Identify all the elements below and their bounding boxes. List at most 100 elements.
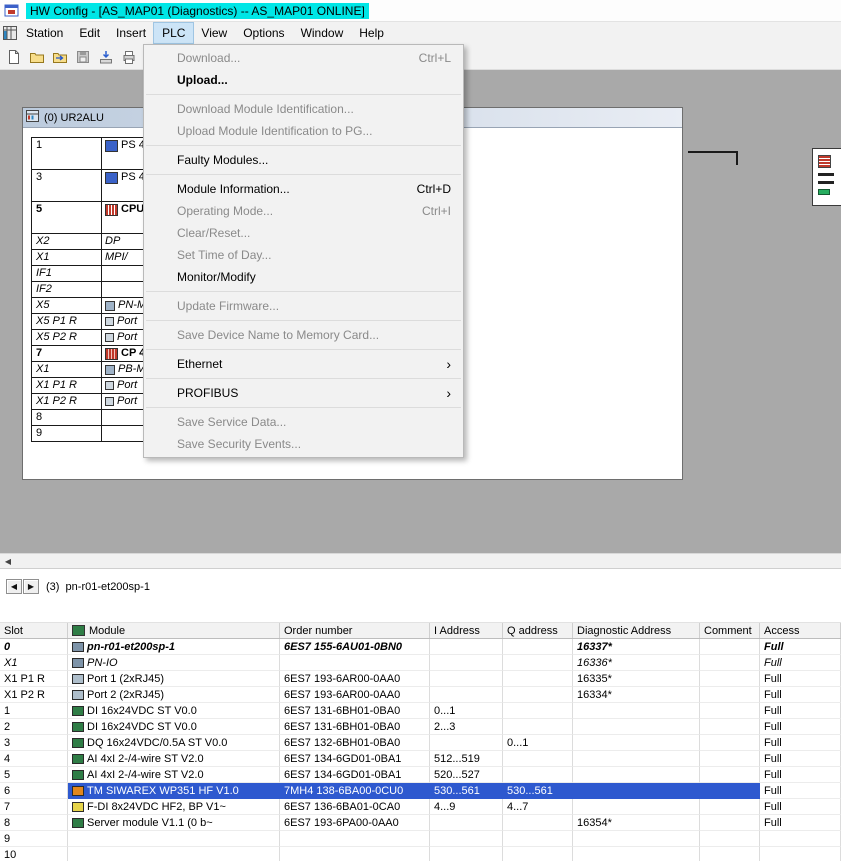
- menu-item-module-information[interactable]: Module Information...Ctrl+D: [144, 178, 463, 200]
- menubar-item-view[interactable]: View: [193, 23, 235, 43]
- menu-item-label: Clear/Reset...: [177, 226, 250, 240]
- app-icon[interactable]: [4, 3, 20, 19]
- pnio-module-icon: [72, 658, 84, 668]
- table-row[interactable]: 6TM SIWAREX WP351 HF V1.07MH4 138-6BA00-…: [0, 783, 841, 799]
- menu-item-download[interactable]: Download...Ctrl+L: [144, 47, 463, 69]
- cell-text: 4...7: [507, 801, 528, 813]
- scroll-left-icon[interactable]: ◀: [0, 554, 16, 568]
- cell-text: Full: [764, 769, 782, 781]
- table-row[interactable]: 8Server module V1.1 (0 b~6ES7 193-6PA00-…: [0, 815, 841, 831]
- column-header-q-address[interactable]: Q address: [503, 623, 573, 638]
- cell-diag: [573, 847, 700, 861]
- cell-comment: [700, 639, 760, 655]
- cell-access: Full: [760, 815, 841, 831]
- menu-item-monitor-modify[interactable]: Monitor/Modify: [144, 266, 463, 288]
- cell-text: 530...561: [507, 785, 553, 797]
- menu-item-save-service-data[interactable]: Save Service Data...: [144, 411, 463, 433]
- menu-item-operating-mode[interactable]: Operating Mode...Ctrl+I: [144, 200, 463, 222]
- menu-item-label: Module Information...: [177, 182, 290, 196]
- menubar-item-options[interactable]: Options: [235, 23, 292, 43]
- menubar-item-help[interactable]: Help: [351, 23, 392, 43]
- menu-item-upload[interactable]: Upload...: [144, 69, 463, 91]
- menu-item-download-module-identification[interactable]: Download Module Identification...: [144, 98, 463, 120]
- cell-diag: [573, 831, 700, 847]
- rack-slot-label: IF2: [32, 282, 102, 297]
- table-row[interactable]: X1PN-IO16336*Full: [0, 655, 841, 671]
- navigate-back-button[interactable]: ◀: [6, 579, 22, 594]
- rack-slot-label: X5: [32, 298, 102, 313]
- cell-text: Full: [764, 689, 782, 701]
- cell-slot: X1 P2 R: [0, 687, 68, 703]
- cell-order: 6ES7 134-6GD01-0BA1: [280, 751, 430, 767]
- cell-text: PN-IO: [87, 657, 118, 669]
- column-header-order-number[interactable]: Order number: [280, 623, 430, 638]
- cell-i: [430, 639, 503, 655]
- table-row[interactable]: 0pn-r01-et200sp-16ES7 155-6AU01-0BN01633…: [0, 639, 841, 655]
- menu-item-profibus[interactable]: PROFIBUS›: [144, 382, 463, 404]
- print-icon[interactable]: [121, 49, 137, 65]
- table-row[interactable]: 3DQ 16x24VDC/0.5A ST V0.06ES7 132-6BH01-…: [0, 735, 841, 751]
- cell-text: Full: [764, 641, 784, 653]
- cell-order: 6ES7 193-6PA00-0AA0: [280, 815, 430, 831]
- column-header-i-address[interactable]: I Address: [430, 623, 503, 638]
- menu-item-upload-module-identification-to-pg[interactable]: Upload Module Identification to PG...: [144, 120, 463, 142]
- menu-separator: [146, 291, 461, 292]
- cell-comment: [700, 783, 760, 799]
- menubar-item-plc[interactable]: PLC: [154, 23, 193, 43]
- table-row[interactable]: 5AI 4xI 2-/4-wire ST V2.06ES7 134-6GD01-…: [0, 767, 841, 783]
- cell-diag: 16335*: [573, 671, 700, 687]
- menu-item-save-security-events[interactable]: Save Security Events...: [144, 433, 463, 455]
- new-station-icon[interactable]: [6, 49, 22, 65]
- cell-access: Full: [760, 655, 841, 671]
- cell-i: 520...527: [430, 767, 503, 783]
- table-row[interactable]: X1 P1 RPort 1 (2xRJ45)6ES7 193-6AR00-0AA…: [0, 671, 841, 687]
- table-row[interactable]: X1 P2 RPort 2 (2xRJ45)6ES7 193-6AR00-0AA…: [0, 687, 841, 703]
- menu-item-save-device-name-to-memory-card[interactable]: Save Device Name to Memory Card...: [144, 324, 463, 346]
- column-header-access[interactable]: Access: [760, 623, 841, 638]
- column-header-slot[interactable]: Slot: [0, 623, 68, 638]
- table-row[interactable]: 2DI 16x24VDC ST V0.06ES7 131-6BH01-0BA02…: [0, 719, 841, 735]
- menu-item-ethernet[interactable]: Ethernet›: [144, 353, 463, 375]
- cell-text: 0...1: [434, 705, 455, 717]
- menubar-item-edit[interactable]: Edit: [71, 23, 108, 43]
- column-header-comment[interactable]: Comment: [700, 623, 760, 638]
- download-icon[interactable]: [98, 49, 114, 65]
- column-header-module[interactable]: Module: [68, 623, 280, 638]
- cell-text: 6ES7 136-6BA01-0CA0: [284, 801, 400, 813]
- rack-module-label: PB-M: [118, 363, 146, 375]
- network-line-drop: [736, 151, 738, 165]
- open-station-icon[interactable]: [29, 49, 45, 65]
- cell-access: [760, 847, 841, 861]
- menubar-item-station[interactable]: Station: [18, 23, 71, 43]
- table-row[interactable]: 1DI 16x24VDC ST V0.06ES7 131-6BH01-0BA00…: [0, 703, 841, 719]
- open-online-icon[interactable]: [52, 49, 68, 65]
- table-row[interactable]: 4AI 4xI 2-/4-wire ST V2.06ES7 134-6GD01-…: [0, 751, 841, 767]
- save-icon[interactable]: [75, 49, 91, 65]
- cell-text: AI 4xI 2-/4-wire ST V2.0: [87, 769, 204, 781]
- menu-item-label: Upload...: [177, 73, 228, 87]
- cell-text: 6ES7 134-6GD01-0BA1: [284, 769, 401, 781]
- cell-text: Port 2 (2xRJ45): [87, 689, 164, 701]
- cell-text: 3: [4, 737, 10, 749]
- column-header-diagnostic-address[interactable]: Diagnostic Address: [573, 623, 700, 638]
- horizontal-scrollbar[interactable]: ◀: [0, 553, 841, 569]
- menubar-item-window[interactable]: Window: [293, 23, 352, 43]
- rack-slot-label: X1: [32, 250, 102, 265]
- navigate-forward-button[interactable]: ▶: [23, 579, 39, 594]
- table-row[interactable]: 7F-DI 8x24VDC HF2, BP V1~6ES7 136-6BA01-…: [0, 799, 841, 815]
- io-module-icon: [72, 738, 84, 748]
- cell-module: [68, 847, 280, 861]
- table-row[interactable]: 9: [0, 831, 841, 847]
- rack-slot-label: X1: [32, 362, 102, 377]
- table-row[interactable]: 10: [0, 847, 841, 861]
- cell-diag: [573, 719, 700, 735]
- cell-text: Full: [764, 817, 782, 829]
- et200sp-device-box[interactable]: [812, 148, 841, 206]
- cell-order: [280, 847, 430, 861]
- child-window-system-icon[interactable]: [2, 25, 18, 41]
- menu-item-faulty-modules[interactable]: Faulty Modules...: [144, 149, 463, 171]
- menu-item-set-time-of-day[interactable]: Set Time of Day...: [144, 244, 463, 266]
- menubar-item-insert[interactable]: Insert: [108, 23, 154, 43]
- menu-item-clear-reset[interactable]: Clear/Reset...: [144, 222, 463, 244]
- menu-item-update-firmware[interactable]: Update Firmware...: [144, 295, 463, 317]
